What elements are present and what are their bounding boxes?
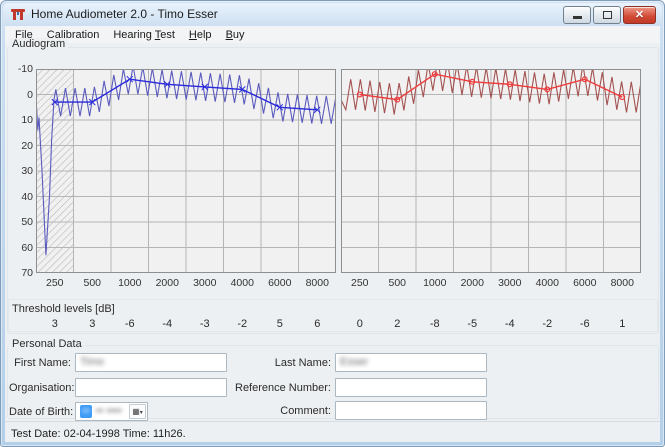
menu-item-hearing-test[interactable]: Hearing Test (106, 28, 182, 42)
date-of-birth-picker[interactable]: •• •• •••• ▦▾ (75, 402, 148, 421)
left-audiogram-chart (36, 69, 336, 273)
x-tick-label: 500 (379, 277, 415, 289)
minimize-button[interactable] (563, 6, 591, 24)
x-tick-label: 6000 (262, 277, 298, 289)
threshold-value: -6 (573, 318, 597, 330)
y-tick-label: 70 (7, 267, 33, 279)
menu-item-help[interactable]: Help (182, 28, 219, 42)
x-tick-label: 2000 (454, 277, 490, 289)
threshold-value: 5 (268, 318, 292, 330)
comment-label: Comment: (231, 405, 331, 417)
comment-input[interactable] (335, 401, 487, 420)
calendar-dropdown-button[interactable]: ▦▾ (129, 404, 146, 419)
maximize-button[interactable] (593, 6, 621, 24)
last-name-label: Last Name: (231, 357, 331, 369)
threshold-levels-label: Threshold levels [dB] (12, 303, 115, 315)
y-tick-label: 10 (7, 114, 33, 126)
threshold-value: -5 (460, 318, 484, 330)
x-tick-label: 250 (342, 277, 378, 289)
x-tick-label: 8000 (299, 277, 335, 289)
x-tick-label: 500 (74, 277, 110, 289)
app-icon (10, 6, 26, 22)
threshold-value: -4 (498, 318, 522, 330)
close-button[interactable]: ✕ (623, 6, 656, 24)
last-name-value: Esser (340, 356, 368, 368)
threshold-value: 6 (305, 318, 329, 330)
personal-data-caption: Personal Data (9, 338, 85, 350)
y-tick-label: -10 (7, 63, 33, 75)
y-tick-label: 40 (7, 191, 33, 203)
y-tick-label: 0 (7, 89, 33, 101)
reference-number-input[interactable] (335, 378, 487, 397)
x-tick-label: 2000 (149, 277, 185, 289)
threshold-value: -8 (423, 318, 447, 330)
x-tick-label: 250 (37, 277, 73, 289)
menu-bar: FileCalibrationHearing TestHelpBuy (5, 26, 660, 43)
threshold-value: 2 (385, 318, 409, 330)
first-name-input[interactable]: Timo (75, 353, 227, 372)
menu-item-buy[interactable]: Buy (219, 28, 252, 42)
app-window: Home Audiometer 2.0 - Timo Esser ✕ FileC… (0, 0, 665, 447)
y-tick-label: 30 (7, 165, 33, 177)
organisation-label: Organisation: (9, 382, 71, 394)
right-audiogram-chart (341, 69, 641, 273)
threshold-value: -6 (118, 318, 142, 330)
audiogram-caption: Audiogram (9, 38, 68, 50)
status-bar-text: Test Date: 02-04-1998 Time: 11h26. (11, 428, 186, 440)
date-of-birth-label: Date of Birth: (9, 406, 71, 418)
first-name-label: First Name: (9, 357, 71, 369)
x-tick-label: 4000 (224, 277, 260, 289)
y-tick-label: 20 (7, 140, 33, 152)
last-name-input[interactable]: Esser (335, 353, 487, 372)
close-icon: ✕ (624, 7, 655, 23)
reference-number-label: Reference Number: (221, 382, 331, 394)
x-tick-label: 3000 (492, 277, 528, 289)
x-tick-label: 3000 (187, 277, 223, 289)
x-tick-label: 4000 (529, 277, 565, 289)
title-bar[interactable]: Home Audiometer 2.0 - Timo Esser ✕ (3, 3, 662, 26)
x-tick-label: 1000 (417, 277, 453, 289)
status-bar-separator (5, 421, 660, 422)
threshold-value: -3 (193, 318, 217, 330)
threshold-value: 3 (80, 318, 104, 330)
maximize-icon (603, 11, 612, 19)
threshold-value: -4 (155, 318, 179, 330)
threshold-value: -2 (230, 318, 254, 330)
threshold-value: 0 (348, 318, 372, 330)
x-tick-label: 1000 (112, 277, 148, 289)
first-name-value: Timo (80, 356, 104, 368)
calendar-icon: ▦ (132, 407, 140, 416)
threshold-value: 3 (43, 318, 67, 330)
y-tick-label: 60 (7, 242, 33, 254)
date-of-birth-selected-segment: •• (80, 405, 92, 418)
minimize-icon (573, 16, 582, 19)
y-tick-label: 50 (7, 216, 33, 228)
x-tick-label: 6000 (567, 277, 603, 289)
chevron-down-icon: ▾ (140, 410, 143, 416)
date-of-birth-value: •• •••• (96, 405, 122, 417)
threshold-value: -2 (535, 318, 559, 330)
x-tick-label: 8000 (604, 277, 640, 289)
organisation-input[interactable] (75, 378, 227, 397)
threshold-value: 1 (610, 318, 634, 330)
window-title: Home Audiometer 2.0 - Timo Esser (31, 3, 218, 26)
